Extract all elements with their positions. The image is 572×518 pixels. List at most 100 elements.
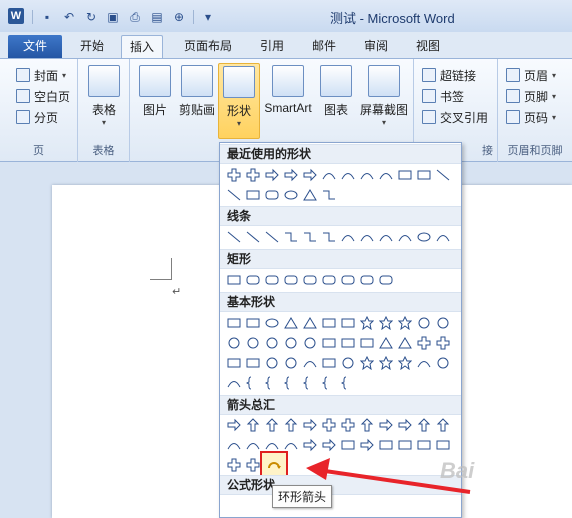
attach-icon[interactable]: ⊕ — [171, 9, 187, 25]
undo-icon[interactable]: ↶ — [61, 9, 77, 25]
shape-arrowR-button[interactable] — [281, 165, 300, 184]
shape-rect-button[interactable] — [376, 435, 395, 454]
shape-curve-button[interactable] — [300, 353, 319, 372]
open-icon[interactable]: ▤ — [149, 9, 165, 25]
shape-arrowU-button[interactable] — [433, 415, 452, 434]
tab-page-layout[interactable]: 页面布局 — [176, 35, 240, 58]
shape-arrowR-button[interactable] — [319, 435, 338, 454]
shape-rrect-button[interactable] — [262, 270, 281, 289]
bookmark-button[interactable]: 书签 — [422, 86, 464, 106]
shape-rect-button[interactable] — [338, 435, 357, 454]
shape-arrowR-button[interactable] — [300, 165, 319, 184]
shape-rrect-button[interactable] — [338, 270, 357, 289]
word-app-icon[interactable]: W — [8, 8, 24, 24]
smartart-button[interactable]: SmartArt — [262, 63, 314, 139]
cross-reference-button[interactable]: 交叉引用 — [422, 107, 488, 127]
footer-button[interactable]: 页脚 ▾ — [506, 86, 556, 106]
picture-button[interactable]: 图片 — [132, 63, 178, 139]
shape-brace-button[interactable] — [243, 373, 262, 392]
print-preview-icon[interactable]: ▣ — [105, 9, 121, 25]
shape-rect-button[interactable] — [243, 185, 262, 204]
shape-arrowR-button[interactable] — [300, 435, 319, 454]
shape-circ-button[interactable] — [224, 333, 243, 352]
shape-rect-button[interactable] — [224, 353, 243, 372]
shape-curve-button[interactable] — [376, 227, 395, 246]
tab-insert[interactable]: 插入 — [121, 35, 164, 58]
page-break-button[interactable]: 分页 — [16, 107, 58, 127]
shape-rect-button[interactable] — [395, 435, 414, 454]
shape-circ-button[interactable] — [243, 333, 262, 352]
shape-rect-button[interactable] — [338, 313, 357, 332]
shape-curve-button[interactable] — [395, 227, 414, 246]
shape-rrect-button[interactable] — [300, 270, 319, 289]
shape-rrect-button[interactable] — [319, 270, 338, 289]
tab-file[interactable]: 文件 — [8, 35, 62, 58]
shape-brace-button[interactable] — [300, 373, 319, 392]
customize-qat-icon[interactable]: ▾ — [200, 9, 216, 25]
tab-review[interactable]: 审阅 — [356, 35, 396, 58]
shape-circ-button[interactable] — [262, 333, 281, 352]
blank-page-button[interactable]: 空白页 — [16, 86, 70, 106]
shape-cross-button[interactable] — [433, 333, 452, 352]
shape-curve-button[interactable] — [414, 353, 433, 372]
shape-curve-button[interactable] — [357, 227, 376, 246]
shape-cross-button[interactable] — [319, 415, 338, 434]
shape-rect-button[interactable] — [414, 435, 433, 454]
shape-cross-button[interactable] — [338, 415, 357, 434]
shape-line-button[interactable] — [433, 165, 452, 184]
shape-rect-button[interactable] — [243, 313, 262, 332]
shape-tri-button[interactable] — [376, 333, 395, 352]
print-icon[interactable]: ⎙ — [127, 9, 143, 25]
shape-rect-button[interactable] — [224, 270, 243, 289]
header-button[interactable]: 页眉 ▾ — [506, 65, 556, 85]
shape-rect-button[interactable] — [319, 333, 338, 352]
shape-curve-button[interactable] — [376, 165, 395, 184]
shape-rrect-button[interactable] — [281, 270, 300, 289]
shape-tri-button[interactable] — [395, 333, 414, 352]
shape-arrowU-button[interactable] — [262, 415, 281, 434]
shape-rect-button[interactable] — [357, 333, 376, 352]
shape-rrect-button[interactable] — [376, 270, 395, 289]
shape-star-button[interactable] — [395, 313, 414, 332]
tab-mailings[interactable]: 邮件 — [304, 35, 344, 58]
shape-rect-button[interactable] — [338, 333, 357, 352]
shape-tri-button[interactable] — [281, 313, 300, 332]
shape-circ-button[interactable] — [414, 313, 433, 332]
shape-rect-button[interactable] — [319, 313, 338, 332]
shape-circ-button[interactable] — [281, 353, 300, 372]
circular-arrow-shape[interactable] — [260, 451, 288, 477]
shape-rrect-button[interactable] — [262, 185, 281, 204]
shape-line-button[interactable] — [262, 227, 281, 246]
shape-circ-button[interactable] — [262, 353, 281, 372]
shapes-button[interactable]: 形状 ▾ — [218, 63, 260, 139]
shape-star-button[interactable] — [357, 353, 376, 372]
shape-curve-button[interactable] — [433, 227, 452, 246]
shape-curve-button[interactable] — [224, 435, 243, 454]
clipart-button[interactable]: 剪贴画 — [176, 63, 218, 139]
shape-arrowR-button[interactable] — [300, 415, 319, 434]
shape-rect-button[interactable] — [319, 353, 338, 372]
shape-circ-button[interactable] — [433, 313, 452, 332]
shape-cross-button[interactable] — [224, 455, 243, 474]
page-number-button[interactable]: 页码 ▾ — [506, 107, 556, 127]
shape-circ-button[interactable] — [300, 333, 319, 352]
redo-icon[interactable]: ↻ — [83, 9, 99, 25]
tab-references[interactable]: 引用 — [252, 35, 292, 58]
shape-elbow-button[interactable] — [319, 185, 338, 204]
shape-cross-button[interactable] — [414, 333, 433, 352]
shape-arrowR-button[interactable] — [262, 165, 281, 184]
shape-arrowU-button[interactable] — [243, 415, 262, 434]
shape-brace-button[interactable] — [338, 373, 357, 392]
shape-arrowU-button[interactable] — [357, 415, 376, 434]
shape-curve-button[interactable] — [224, 373, 243, 392]
shape-arrowR-button[interactable] — [357, 435, 376, 454]
shape-circ-button[interactable] — [433, 353, 452, 372]
shape-oval-button[interactable] — [281, 185, 300, 204]
shape-cross-button[interactable] — [224, 165, 243, 184]
shape-brace-button[interactable] — [281, 373, 300, 392]
shape-arrowR-button[interactable] — [224, 415, 243, 434]
shape-star-button[interactable] — [376, 353, 395, 372]
shape-rrect-button[interactable] — [243, 270, 262, 289]
shape-brace-button[interactable] — [262, 373, 281, 392]
shape-rect-button[interactable] — [433, 435, 452, 454]
